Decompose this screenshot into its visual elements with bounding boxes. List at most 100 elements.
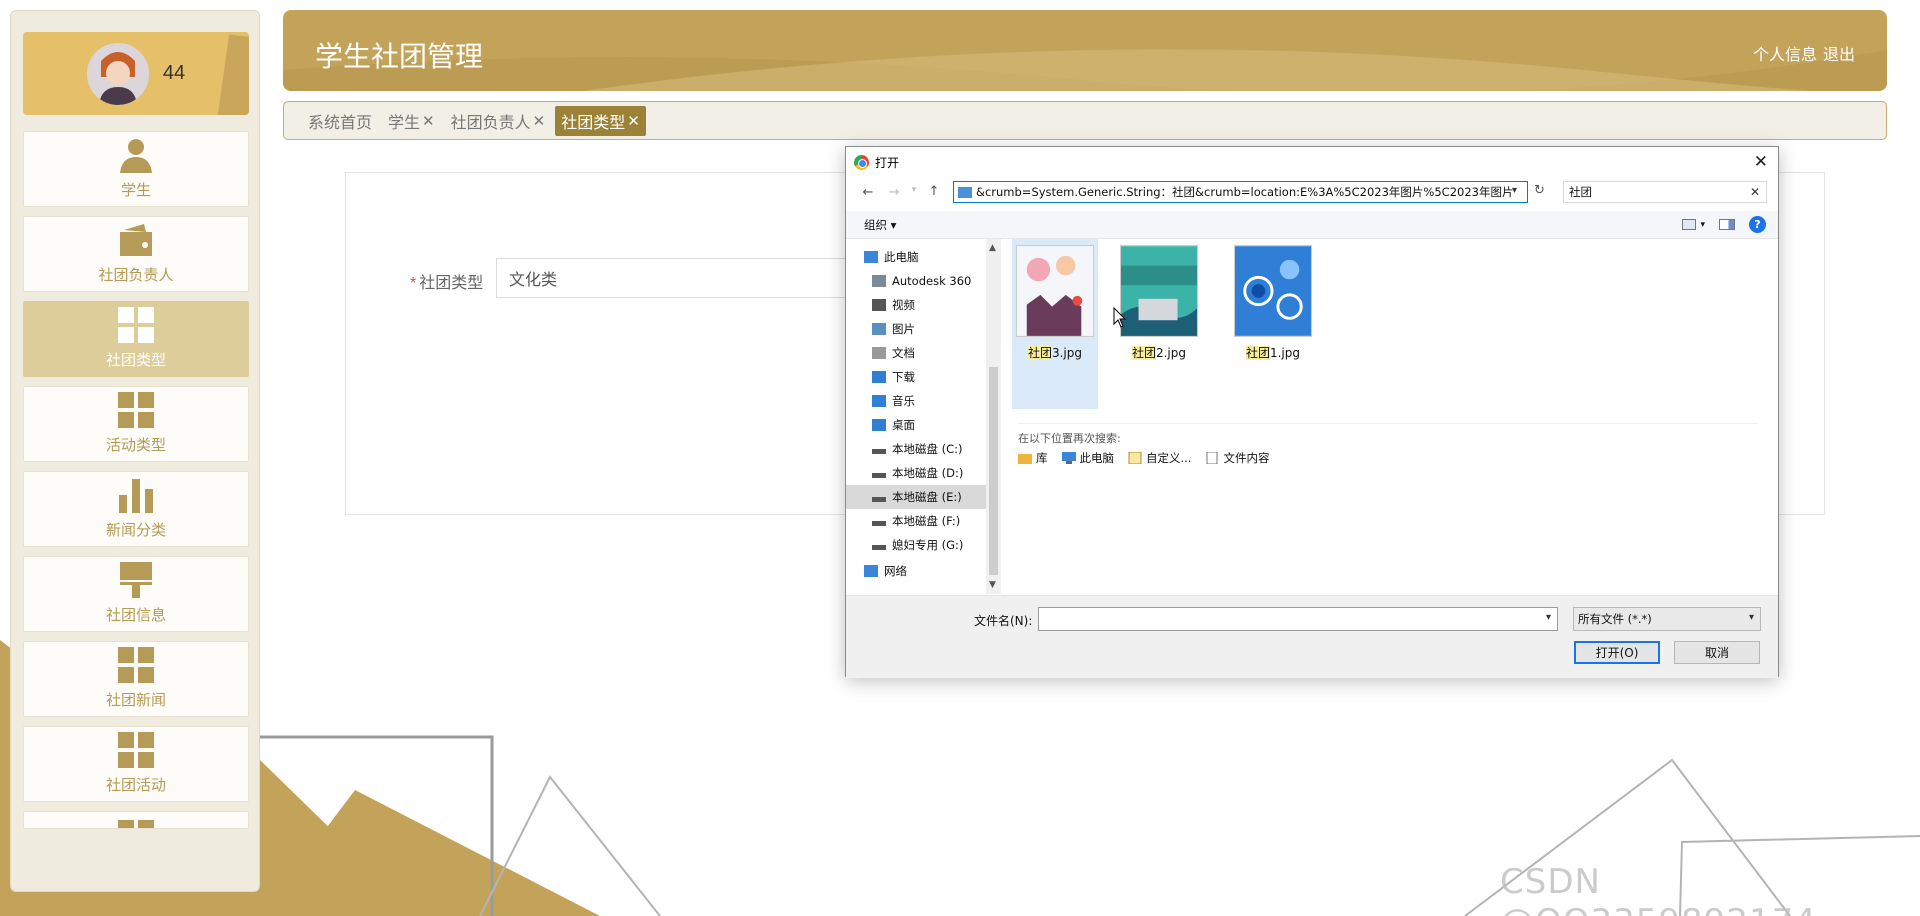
user-card[interactable]: 44: [23, 32, 249, 115]
drive-icon: [872, 520, 886, 526]
tree-item-label: 本地磁盘 (F:): [892, 514, 961, 528]
tree-item[interactable]: 桌面: [846, 413, 986, 437]
recent-dropdown-icon[interactable]: ▾: [904, 185, 924, 195]
tabs-bar: 系统首页 学生 ✕ 社团负责人 ✕ 社团类型 ✕: [283, 101, 1887, 140]
filename-input[interactable]: ▾: [1038, 607, 1558, 631]
chevron-down-icon[interactable]: ▾: [1546, 612, 1551, 623]
scroll-up-icon[interactable]: ▲: [989, 243, 996, 253]
chevron-down-icon[interactable]: ▾: [1512, 185, 1517, 196]
folder-icon: [1128, 452, 1142, 464]
scroll-down-icon[interactable]: ▼: [989, 580, 996, 590]
tab-label: 学生: [388, 114, 421, 132]
mouse-cursor-icon: [1113, 307, 1127, 328]
search-again-link-label: 文件内容: [1223, 451, 1270, 465]
sidebar-item-club-info[interactable]: 社团信息: [23, 556, 249, 632]
file-name: 社团3.jpg: [1012, 344, 1098, 361]
search-again-this-pc[interactable]: 此电脑: [1061, 450, 1115, 466]
tree-item-label: 本地磁盘 (E:): [892, 490, 962, 504]
forward-arrow-icon[interactable]: →: [884, 185, 904, 200]
tree-item[interactable]: 此电脑: [846, 245, 986, 269]
tree-item[interactable]: 视频: [846, 293, 986, 317]
close-icon[interactable]: ✕: [627, 112, 640, 130]
back-arrow-icon[interactable]: ←: [858, 185, 878, 200]
network-icon: [864, 565, 878, 577]
close-icon[interactable]: ✕: [533, 112, 546, 130]
tree-item[interactable]: 文档: [846, 341, 986, 365]
search-again-custom[interactable]: 自定义...: [1128, 450, 1191, 466]
tree-item-label: 下载: [892, 370, 915, 384]
tree-item[interactable]: 本地磁盘 (E:): [846, 485, 986, 509]
tree-item[interactable]: 网络: [846, 559, 986, 583]
preview-pane-icon[interactable]: [1719, 219, 1735, 230]
refresh-icon[interactable]: ↻: [1534, 183, 1545, 198]
sidebar-item-club-activity[interactable]: 社团活动: [23, 726, 249, 802]
tree-item[interactable]: 下载: [846, 365, 986, 389]
tree-item[interactable]: 本地磁盘 (D:): [846, 461, 986, 485]
file-name-highlight: 社团: [1131, 346, 1156, 360]
open-button[interactable]: 打开(O): [1574, 641, 1660, 664]
sidebar-item-club-news[interactable]: 社团新闻: [23, 641, 249, 717]
address-bar[interactable]: &crumb=System.Generic.String：社团&crumb=lo…: [953, 181, 1528, 203]
filename-label: 文件名(N):: [974, 614, 1033, 628]
file-name: 社团1.jpg: [1230, 344, 1316, 361]
file-name-highlight: 社团: [1027, 346, 1052, 360]
tab-home[interactable]: 系统首页: [302, 106, 378, 136]
up-arrow-icon[interactable]: ↑: [924, 184, 944, 199]
document-icon: [872, 347, 886, 359]
search-again-link-label: 此电脑: [1079, 451, 1115, 465]
search-again-file-contents[interactable]: 文件内容: [1205, 450, 1269, 466]
close-icon[interactable]: ✕: [422, 112, 435, 130]
search-again-library[interactable]: 库: [1018, 450, 1048, 466]
drive-icon: [872, 544, 886, 550]
search-value: 社团: [1569, 185, 1592, 199]
close-icon[interactable]: ✕: [1754, 152, 1768, 172]
sidebar-item-club-leader[interactable]: 社团负责人: [23, 216, 249, 292]
file-item[interactable]: 社团3.jpg: [1012, 239, 1098, 409]
sidebar-item-label: 社团信息: [105, 607, 166, 624]
scrollbar-thumb[interactable]: [989, 367, 998, 575]
tree-item[interactable]: 图片: [846, 317, 986, 341]
sidebar-item-activity-type[interactable]: 活动类型: [23, 386, 249, 462]
club-type-label: * 社团类型: [410, 269, 483, 293]
file-list: 社团3.jpg 社团2.jpg 社团1.jpg 在以下位置再次搜索: 库 此电脑…: [1008, 239, 1768, 594]
tab-label: 社团负责人: [450, 114, 531, 132]
file-name-rest: 3.jpg: [1051, 346, 1083, 360]
sidebar-item-label: 社团类型: [105, 352, 166, 369]
page-title: 学生社团管理: [315, 41, 484, 72]
search-again-label: 在以下位置再次搜索:: [1018, 423, 1758, 446]
help-icon[interactable]: ?: [1749, 216, 1766, 233]
tab-club-type[interactable]: 社团类型 ✕: [555, 105, 646, 136]
tree-item[interactable]: 本地磁盘 (F:): [846, 509, 986, 533]
view-icon: [1682, 219, 1697, 230]
tree-item[interactable]: 媳妇专用 (G:): [846, 533, 986, 557]
tab-label: 系统首页: [308, 114, 373, 132]
cloud-icon: [872, 275, 886, 287]
dialog-title: 打开: [875, 155, 900, 170]
sidebar-item-club-type[interactable]: 社团类型: [23, 301, 249, 377]
file-item[interactable]: 社团2.jpg: [1116, 245, 1202, 361]
sidebar-item-partial[interactable]: [23, 811, 249, 829]
tree-item[interactable]: Autodesk 360: [846, 269, 986, 293]
document-icon: [1206, 452, 1218, 464]
logout-link[interactable]: 退出: [1823, 41, 1855, 65]
sidebar-item-student[interactable]: 学生: [23, 131, 249, 207]
organize-menu[interactable]: 组织 ▾: [864, 217, 896, 233]
tab-student[interactable]: 学生 ✕: [382, 106, 441, 136]
file-thumbnail: [1120, 245, 1198, 337]
view-options-button[interactable]: ▾: [1682, 219, 1705, 230]
tab-club-leader[interactable]: 社团负责人 ✕: [445, 106, 552, 136]
tree-item[interactable]: 音乐: [846, 389, 986, 413]
file-item[interactable]: 社团1.jpg: [1230, 245, 1316, 361]
music-icon: [872, 395, 886, 407]
cancel-button[interactable]: 取消: [1674, 641, 1760, 664]
tree-scrollbar[interactable]: ▲ ▼: [986, 239, 1001, 594]
tree-item-label: 桌面: [892, 418, 915, 432]
filetype-select[interactable]: 所有文件 (*.*) ▾: [1573, 607, 1761, 631]
search-input[interactable]: 社团 ✕: [1563, 181, 1767, 203]
tree-item-label: 本地磁盘 (C:): [892, 442, 963, 456]
clear-search-icon[interactable]: ✕: [1750, 185, 1760, 199]
profile-link[interactable]: 个人信息: [1753, 41, 1817, 65]
tree-item[interactable]: 本地磁盘 (C:): [846, 437, 986, 461]
file-open-dialog: 打开 ✕ ← → ▾ ↑ &crumb=System.Generic.Strin…: [845, 146, 1779, 678]
sidebar-item-news-category[interactable]: 新闻分类: [23, 471, 249, 547]
